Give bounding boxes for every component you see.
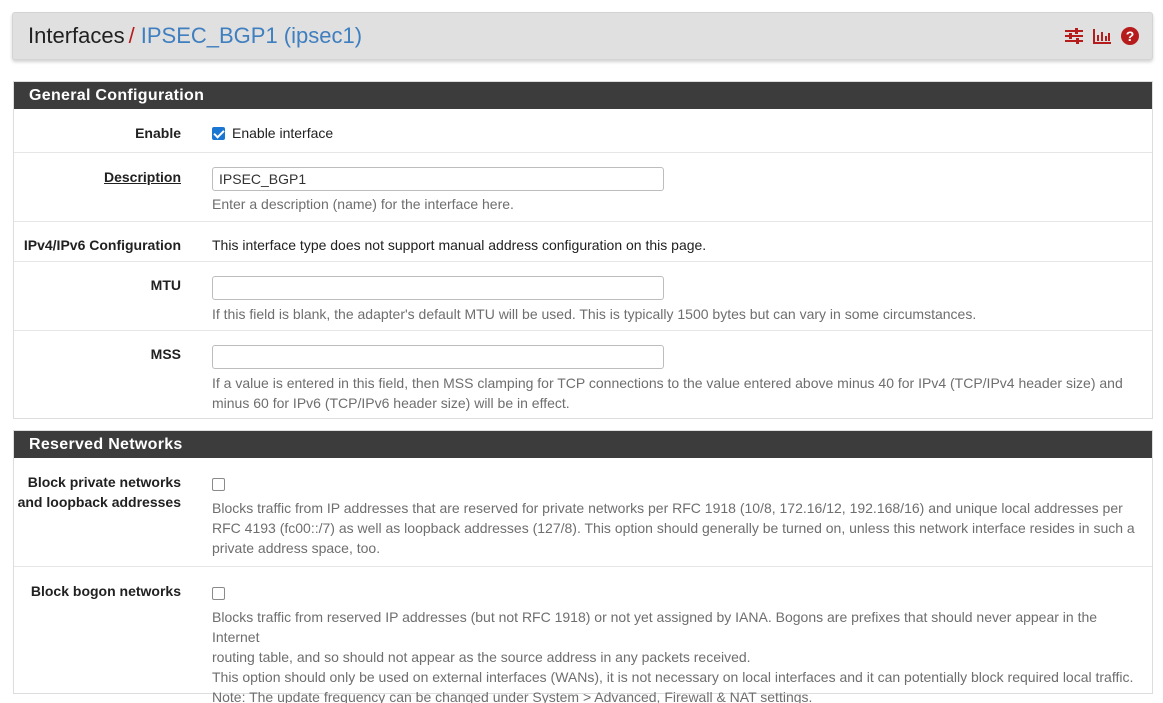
- enable-checkbox[interactable]: [212, 126, 225, 140]
- mtu-input[interactable]: [212, 276, 664, 300]
- mss-row: MSS If a value is entered in this field,…: [14, 331, 1152, 420]
- mss-help-line: minus 60 for IPv6 (TCP/IPv6 header size)…: [212, 395, 570, 411]
- block-private-help: Blocks traffic from IP addresses that ar…: [212, 498, 1142, 558]
- block-private-help-line: private address space, too.: [212, 540, 381, 556]
- ipconfig-row: IPv4/IPv6 Configuration This interface t…: [14, 222, 1152, 262]
- block-private-row: Block private networks and loopback addr…: [14, 458, 1152, 567]
- enable-label: Enable: [135, 125, 181, 141]
- breadcrumb-separator: /: [128, 23, 135, 48]
- description-help: Enter a description (name) for the inter…: [212, 196, 514, 212]
- svg-text:?: ?: [1126, 28, 1135, 44]
- block-bogon-row: Block bogon networks Blocks traffic from…: [14, 567, 1152, 703]
- block-bogon-label: Block bogon networks: [30, 583, 181, 599]
- block-bogon-help: Blocks traffic from reserved IP addresse…: [212, 607, 1142, 703]
- mss-label: MSS: [150, 346, 181, 362]
- block-private-label-line: Block private networks: [27, 474, 181, 490]
- mtu-row: MTU If this field is blank, the adapter'…: [14, 262, 1152, 331]
- enable-row: Enable Enable interface: [14, 109, 1152, 153]
- enable-checkbox-line[interactable]: Enable interface: [212, 123, 1142, 143]
- block-private-help-line: Blocks traffic from IP addresses that ar…: [212, 500, 1123, 516]
- sliders-icon[interactable]: [1064, 26, 1084, 46]
- block-bogon-help-line: Blocks traffic from reserved IP addresse…: [212, 609, 1098, 645]
- block-bogon-checkbox[interactable]: [212, 586, 225, 600]
- block-bogon-help-line: routing table, and so should not appear …: [212, 649, 751, 665]
- reserved-networks-panel: Reserved Networks Block private networks…: [13, 430, 1153, 703]
- block-bogon-help-line: This option should only be used on exter…: [212, 669, 1134, 685]
- block-private-label: Block private networks and loopback addr…: [1, 472, 181, 512]
- ipconfig-label: IPv4/IPv6 Configuration: [23, 237, 181, 253]
- description-row: Description Enter a description (name) f…: [14, 153, 1152, 222]
- page-title: Interfaces / IPSEC_BGP1 (ipsec1): [28, 23, 362, 49]
- mtu-label: MTU: [150, 277, 181, 293]
- ipconfig-text: This interface type does not support man…: [212, 237, 707, 253]
- mss-input[interactable]: [212, 345, 664, 369]
- breadcrumb: Interfaces / IPSEC_BGP1 (ipsec1) ?: [12, 12, 1153, 60]
- help-icon[interactable]: ?: [1120, 26, 1140, 46]
- description-label: Description: [103, 169, 181, 185]
- mtu-help: If this field is blank, the adapter's de…: [212, 306, 977, 322]
- description-input[interactable]: [212, 167, 664, 191]
- bar-chart-icon[interactable]: [1092, 26, 1112, 46]
- mss-help-line: If a value is entered in this field, the…: [212, 375, 1123, 391]
- enable-checkbox-label[interactable]: Enable interface: [232, 123, 333, 143]
- block-private-help-line: RFC 4193 (fc00::/7) as well as loopback …: [212, 520, 1135, 536]
- breadcrumb-root[interactable]: Interfaces: [28, 23, 125, 48]
- breadcrumb-actions: ?: [1064, 26, 1140, 46]
- breadcrumb-current[interactable]: IPSEC_BGP1 (ipsec1): [141, 23, 362, 48]
- block-private-checkbox[interactable]: [212, 477, 225, 491]
- general-configuration-panel: General Configuration Enable Enable inte…: [13, 81, 1153, 419]
- panel-heading: Reserved Networks: [14, 431, 1152, 458]
- block-private-label-line: and loopback addresses: [17, 494, 181, 510]
- panel-heading: General Configuration: [14, 82, 1152, 109]
- block-bogon-help-line: Note: The update frequency can be change…: [212, 689, 813, 703]
- mss-help: If a value is entered in this field, the…: [212, 373, 1142, 413]
